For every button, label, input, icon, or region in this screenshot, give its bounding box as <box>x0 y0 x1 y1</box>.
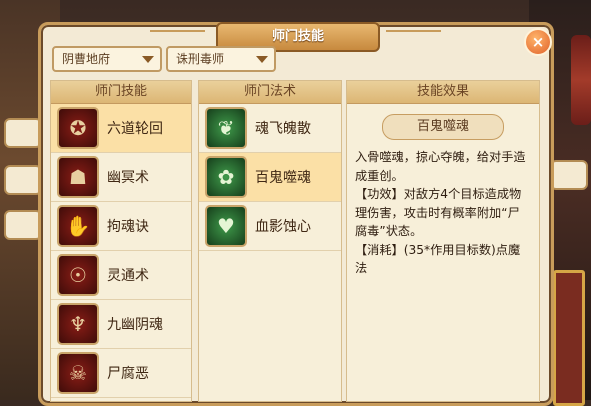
skills-column: 师门技能 ✪ 六道轮回 ☗ 幽冥术 ✋ 拘魂诀 ☉ 灵通术 ♆ 九幽阴魂 ☠ 尸腐恶 <box>50 80 192 402</box>
role-dropdown[interactable]: 诛刑毒师 <box>166 46 276 72</box>
spell-row[interactable]: ✿ 百鬼噬魂 <box>199 153 341 202</box>
lantern-decoration <box>571 35 591 125</box>
skills-column-header: 师门技能 <box>51 81 191 104</box>
effect-line: 入骨噬魂，掠心夺魄，给对手造成重创。 <box>355 150 526 183</box>
effect-line: 【功效】对敌方4个目标造成物理伤害，攻击时有概率附加“尸腐毒”状态。 <box>355 187 522 238</box>
title-ornament-left <box>150 30 205 42</box>
background-sign <box>550 160 588 190</box>
effect-description: 入骨噬魂，掠心夺魄，给对手造成重创。 【功效】对敌方4个目标造成物理伤害，攻击时… <box>347 140 539 278</box>
skill-label: 幽冥术 <box>107 170 149 186</box>
skill-row[interactable]: ☠ 尸腐恶 <box>51 349 191 398</box>
wheel-icon: ✪ <box>57 107 99 149</box>
spell-row[interactable]: ♥ 血影蚀心 <box>199 202 341 251</box>
ghost-icon: ☗ <box>57 156 99 198</box>
close-button[interactable]: × <box>524 28 552 56</box>
skill-label: 九幽阴魂 <box>107 317 163 333</box>
skill-row[interactable]: ☗ 幽冥术 <box>51 153 191 202</box>
skill-row[interactable]: ♆ 九幽阴魂 <box>51 300 191 349</box>
skills-list: ✪ 六道轮回 ☗ 幽冥术 ✋ 拘魂诀 ☉ 灵通术 ♆ 九幽阴魂 ☠ 尸腐恶 <box>51 104 191 398</box>
skill-label: 尸腐恶 <box>107 366 149 382</box>
blood-heart-icon: ♥ <box>205 205 247 247</box>
region-dropdown[interactable]: 阴曹地府 <box>52 46 162 72</box>
effect-line: 【消耗】(35*作用目标数)点魔法 <box>355 242 521 276</box>
effect-column: 技能效果 百鬼噬魂 入骨噬魂，掠心夺魄，给对手造成重创。 【功效】对敌方4个目标… <box>346 80 540 402</box>
skill-row[interactable]: ✪ 六道轮回 <box>51 104 191 153</box>
title-ornament-right <box>386 30 441 42</box>
spell-row[interactable]: ❦ 魂飞魄散 <box>199 104 341 153</box>
effect-column-header: 技能效果 <box>347 81 539 104</box>
spell-label: 魂飞魄散 <box>255 121 311 137</box>
chevron-down-icon <box>142 56 154 63</box>
spells-list: ❦ 魂飞魄散 ✿ 百鬼噬魂 ♥ 血影蚀心 <box>199 104 341 251</box>
skill-label: 拘魂诀 <box>107 219 149 235</box>
spell-label: 百鬼噬魂 <box>255 170 311 186</box>
skill-row[interactable]: ☉ 灵通术 <box>51 251 191 300</box>
background-sign <box>4 118 42 148</box>
souls-icon: ♆ <box>57 303 99 345</box>
role-dropdown-value: 诛刑毒师 <box>176 52 225 66</box>
spells-column: 师门法术 ❦ 魂飞魄散 ✿ 百鬼噬魂 ♥ 血影蚀心 <box>198 80 342 402</box>
skill-label: 灵通术 <box>107 268 149 284</box>
grasp-icon: ✋ <box>57 205 99 247</box>
ghost-devour-icon: ✿ <box>205 156 247 198</box>
pillar-decoration <box>553 270 585 406</box>
background-sign <box>4 210 42 240</box>
spirit-icon: ☉ <box>57 254 99 296</box>
skill-label: 六道轮回 <box>107 121 163 137</box>
spell-label: 血影蚀心 <box>255 219 311 235</box>
soul-scatter-icon: ❦ <box>205 107 247 149</box>
effect-skill-name: 百鬼噬魂 <box>382 114 504 140</box>
region-dropdown-value: 阴曹地府 <box>62 52 111 66</box>
background-sign <box>4 165 42 195</box>
skill-row[interactable]: ✋ 拘魂诀 <box>51 202 191 251</box>
spells-column-header: 师门法术 <box>199 81 341 104</box>
skull-icon: ☠ <box>57 352 99 394</box>
chevron-down-icon <box>256 56 268 63</box>
